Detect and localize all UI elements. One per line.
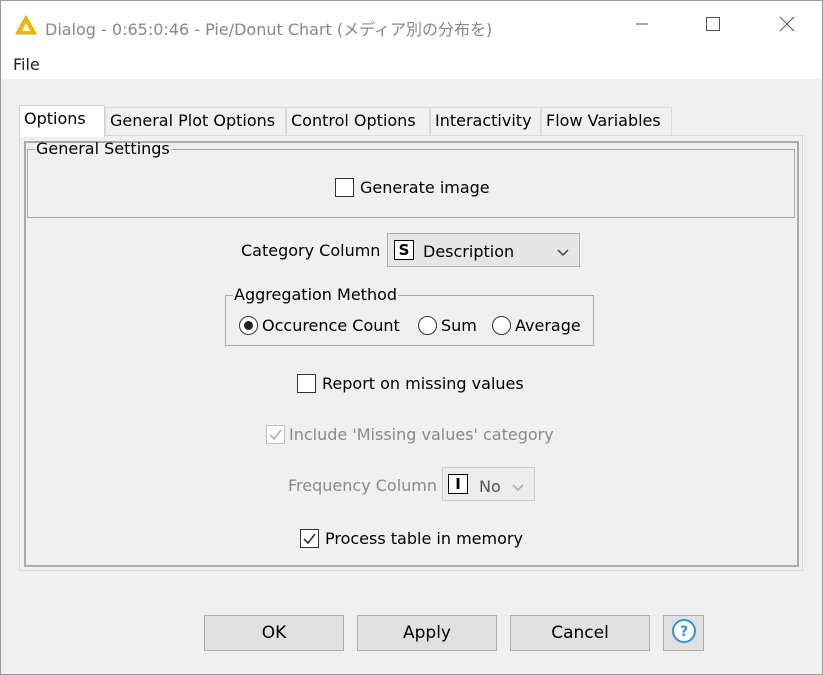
general-settings-legend: General Settings	[36, 139, 170, 158]
aggregation-option-occurence-count[interactable]: Occurence Count	[239, 316, 400, 335]
sum-label: Sum	[441, 316, 477, 335]
minimize-button[interactable]	[612, 1, 672, 51]
generate-image-row: Generate image	[335, 178, 490, 197]
average-label: Average	[515, 316, 581, 335]
tab-flow-variables[interactable]: Flow Variables	[541, 107, 672, 136]
menu-file[interactable]: File	[13, 55, 40, 74]
generate-image-checkbox[interactable]	[335, 178, 354, 197]
category-column-value: Description	[423, 242, 515, 261]
frequency-column-value: No	[479, 477, 501, 496]
process-memory-label: Process table in memory	[325, 529, 523, 548]
dialog-window: Dialog - 0:65:0:46 - Pie/Donut Chart (メデ…	[0, 0, 823, 675]
tab-options[interactable]: Options	[19, 105, 105, 137]
window-title: Dialog - 0:65:0:46 - Pie/Donut Chart (メデ…	[45, 20, 493, 39]
generate-image-label: Generate image	[360, 178, 490, 197]
aggregation-option-sum[interactable]: Sum	[418, 316, 477, 335]
string-type-badge: S	[394, 240, 414, 260]
minimize-icon	[634, 16, 650, 36]
integer-type-badge: I	[448, 474, 468, 494]
svg-text:?: ?	[679, 624, 687, 640]
ok-button[interactable]: OK	[204, 615, 344, 651]
occurence-count-label: Occurence Count	[262, 316, 400, 335]
tab-general-plot-options[interactable]: General Plot Options	[105, 107, 286, 136]
include-missing-row: Include 'Missing values' category	[266, 425, 554, 444]
occurence-count-radio[interactable]	[239, 316, 258, 335]
help-icon: ?	[671, 618, 697, 648]
process-memory-row: Process table in memory	[300, 529, 523, 548]
process-memory-checkbox[interactable]	[300, 529, 319, 548]
warning-triangle-icon	[15, 14, 37, 35]
cancel-button[interactable]: Cancel	[510, 615, 650, 651]
close-icon	[779, 16, 795, 36]
maximize-button[interactable]	[683, 1, 743, 51]
report-missing-checkbox[interactable]	[297, 374, 316, 393]
tab-interactivity[interactable]: Interactivity	[430, 107, 541, 136]
tab-control-options[interactable]: Control Options	[286, 107, 430, 136]
title-bar[interactable]: Dialog - 0:65:0:46 - Pie/Donut Chart (メデ…	[1, 1, 822, 51]
average-radio[interactable]	[492, 316, 511, 335]
maximize-icon	[705, 16, 721, 36]
report-missing-label: Report on missing values	[322, 374, 524, 393]
sum-radio[interactable]	[418, 316, 437, 335]
report-missing-row: Report on missing values	[297, 374, 524, 393]
aggregation-method-legend: Aggregation Method	[234, 285, 398, 304]
close-button[interactable]	[757, 1, 817, 51]
category-column-select[interactable]: S Description	[387, 233, 580, 267]
frequency-column-select[interactable]: I No	[442, 467, 535, 501]
help-button[interactable]: ?	[663, 615, 704, 651]
include-missing-label: Include 'Missing values' category	[289, 425, 554, 444]
menu-bar: File	[1, 51, 822, 79]
category-column-label: Category Column	[241, 241, 381, 260]
chevron-down-icon	[511, 479, 525, 498]
frequency-column-label: Frequency Column	[288, 476, 438, 495]
apply-button[interactable]: Apply	[357, 615, 497, 651]
aggregation-option-average[interactable]: Average	[492, 316, 581, 335]
include-missing-checkbox[interactable]	[266, 425, 285, 444]
chevron-down-icon	[556, 244, 570, 263]
